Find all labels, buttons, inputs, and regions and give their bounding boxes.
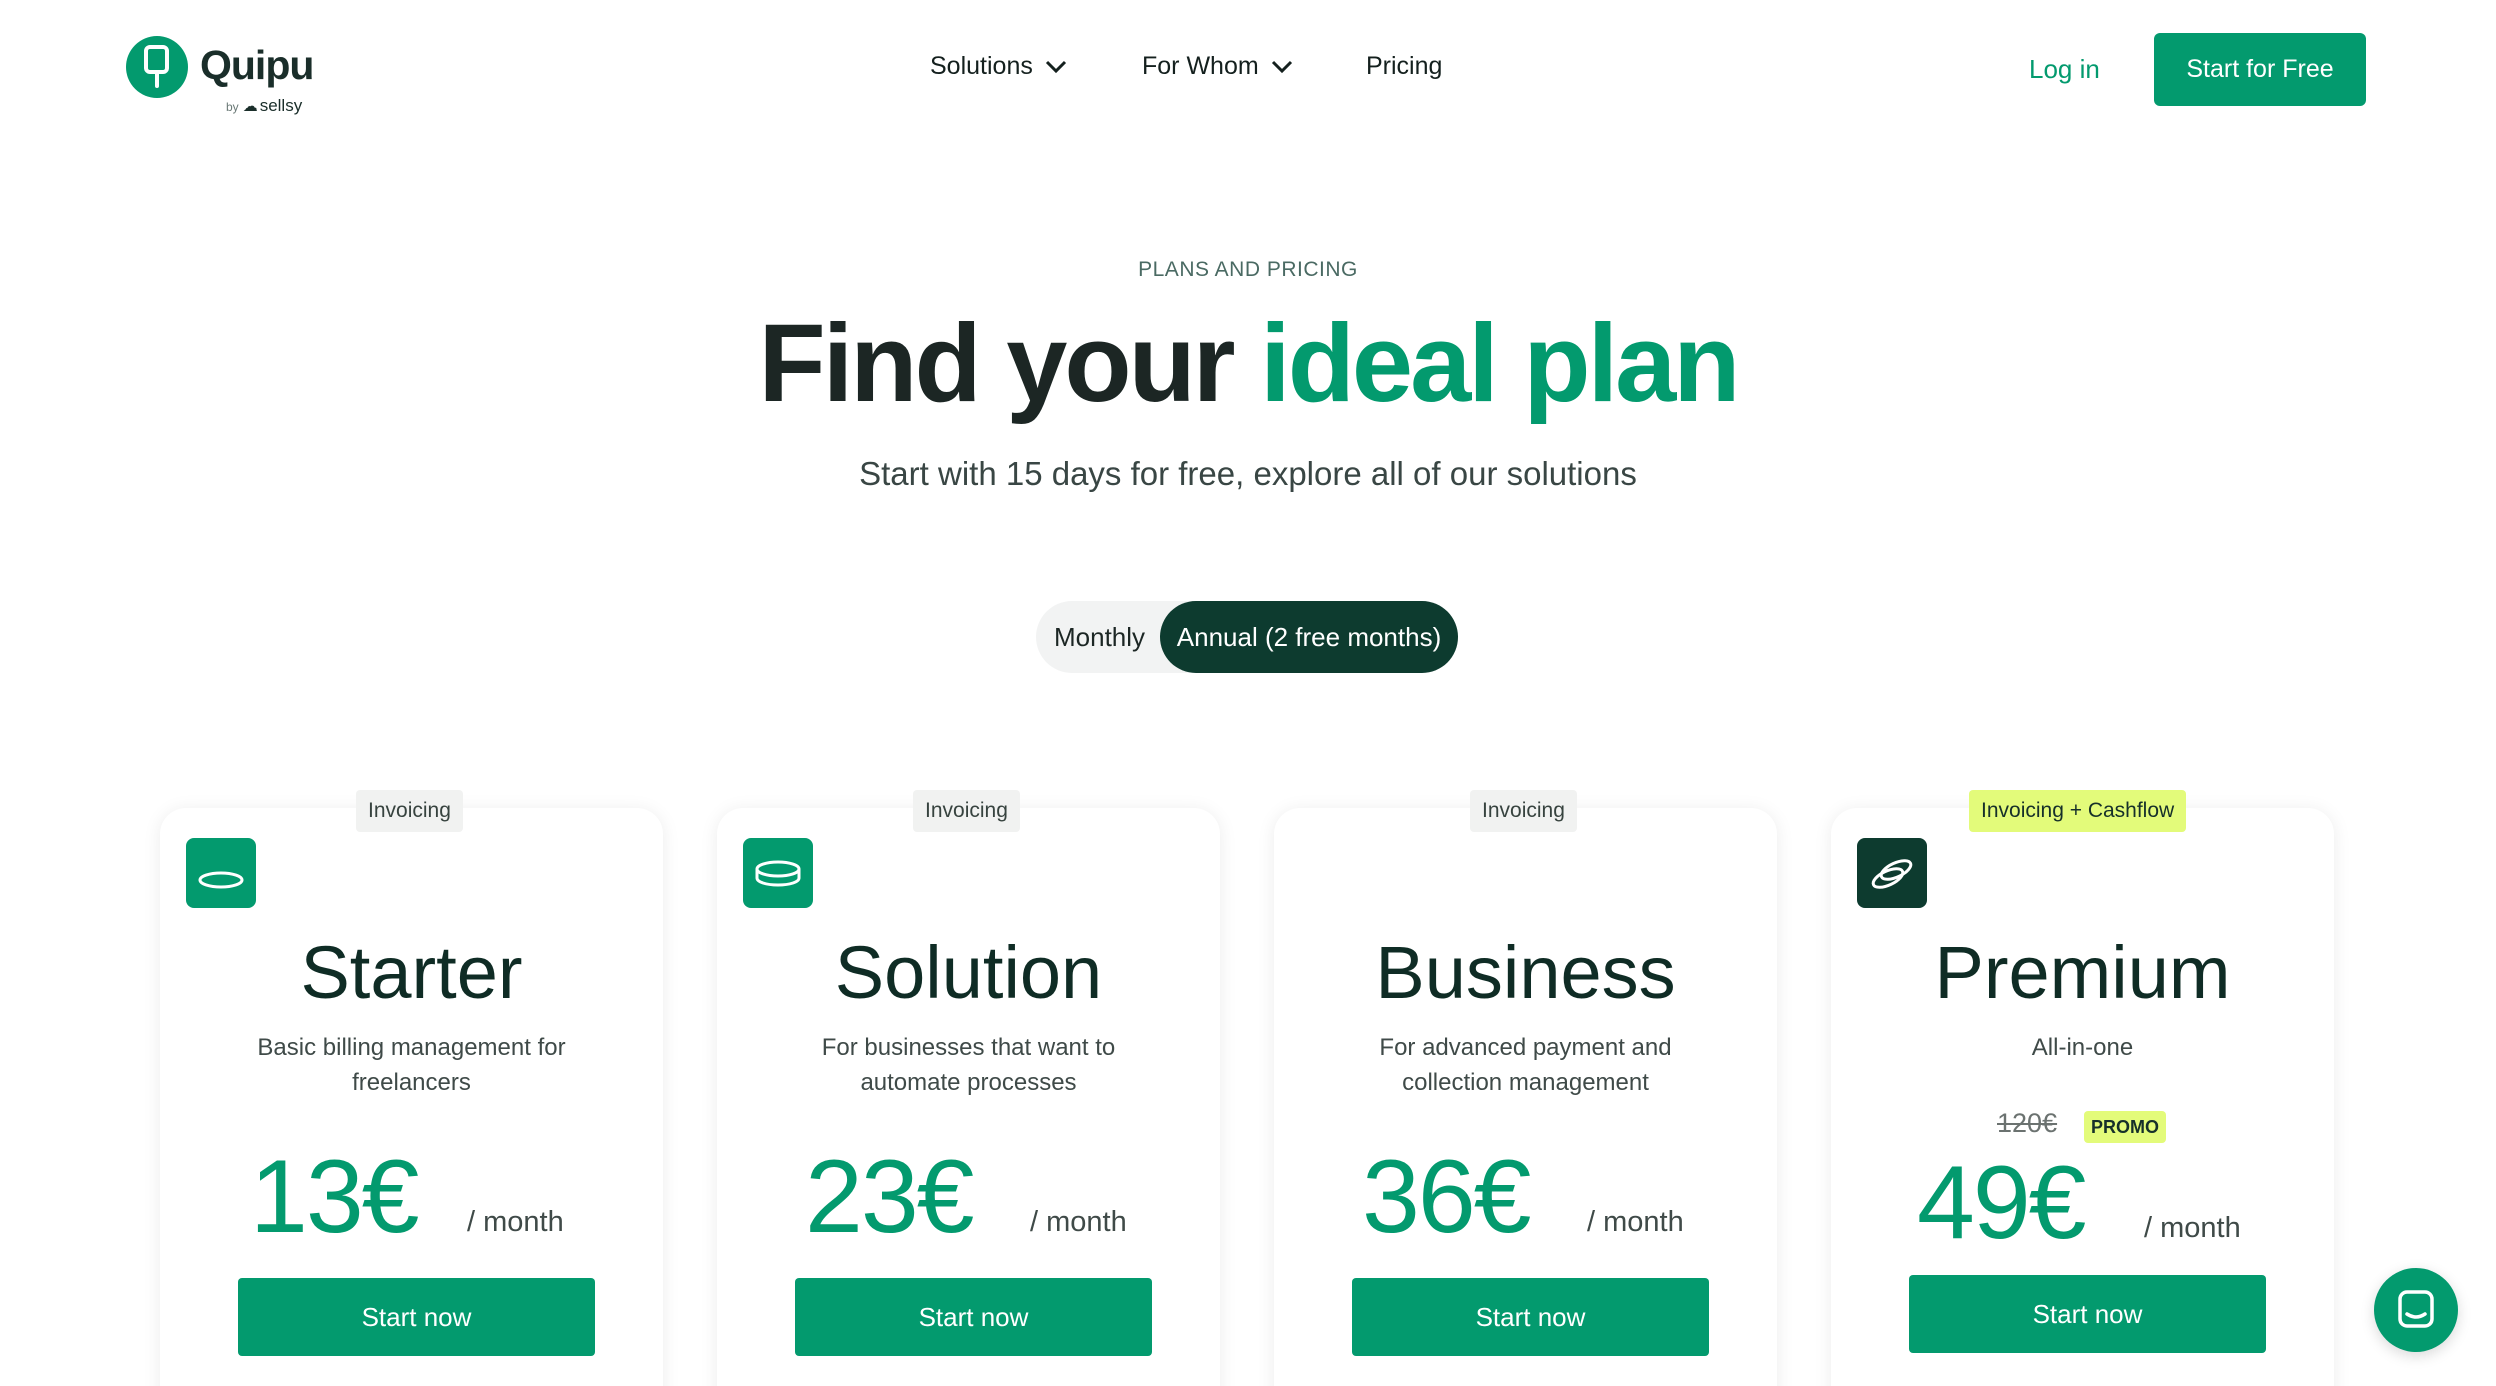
start-now-button[interactable]: Start now bbox=[238, 1278, 595, 1356]
price-row: 13€ / month bbox=[160, 1138, 663, 1268]
plan-description: For advanced payment and collection mana… bbox=[1379, 1034, 1672, 1096]
plan-tag: Invoicing bbox=[913, 790, 1020, 832]
plan-price: 49€ bbox=[1917, 1145, 2087, 1261]
plan-tag: Invoicing + Cashflow bbox=[1969, 790, 2187, 832]
plan-card-business: Invoicing Business For advanced payment … bbox=[1274, 790, 1777, 1386]
plan-price: 36€ bbox=[1362, 1139, 1532, 1255]
plan-period: / month bbox=[1030, 1206, 1127, 1238]
old-price: 120€ bbox=[1997, 1108, 2058, 1138]
price-row: 36€ / month bbox=[1274, 1138, 1777, 1268]
start-now-button[interactable]: Start now bbox=[1909, 1275, 2266, 1353]
chat-icon bbox=[2398, 1290, 2434, 1328]
plan-card-starter: Invoicing Starter Basic billing manageme… bbox=[160, 790, 663, 1386]
plan-period: / month bbox=[467, 1206, 564, 1238]
start-now-button[interactable]: Start now bbox=[1352, 1278, 1709, 1356]
plan-description: All-in-one bbox=[2031, 1034, 2134, 1061]
plan-name: Premium bbox=[1934, 931, 2231, 1014]
promo-badge: PROMO bbox=[2084, 1111, 2167, 1143]
plan-name: Starter bbox=[300, 931, 523, 1014]
start-now-button[interactable]: Start now bbox=[795, 1278, 1152, 1356]
plan-price: 13€ bbox=[250, 1139, 420, 1255]
plan-period: / month bbox=[1587, 1206, 1684, 1238]
plan-price: 23€ bbox=[805, 1139, 975, 1255]
plan-cards: Invoicing Starter Basic billing manageme… bbox=[0, 0, 2496, 1386]
plan-period: / month bbox=[2144, 1212, 2241, 1244]
single-coin-icon bbox=[186, 838, 256, 908]
plan-name: Solution bbox=[834, 931, 1103, 1014]
chat-button[interactable] bbox=[2374, 1268, 2458, 1352]
plan-name: Business bbox=[1375, 931, 1676, 1014]
price-row: 23€ / month bbox=[717, 1138, 1220, 1268]
plan-card-solution: Invoicing Solution For businesses that w… bbox=[717, 790, 1220, 1386]
plan-tag: Invoicing bbox=[1470, 790, 1577, 832]
coins-icon bbox=[1857, 838, 1927, 908]
plan-card-premium: Invoicing + Cashflow Premium All-in-one … bbox=[1831, 790, 2334, 1386]
plan-description: Basic billing management for freelancers bbox=[257, 1034, 566, 1096]
price-row: 49€ / month bbox=[1831, 1144, 2334, 1274]
plan-tag: Invoicing bbox=[356, 790, 463, 832]
coin-stack-icon bbox=[743, 838, 813, 908]
plan-description: For businesses that want to automate pro… bbox=[821, 1034, 1116, 1096]
